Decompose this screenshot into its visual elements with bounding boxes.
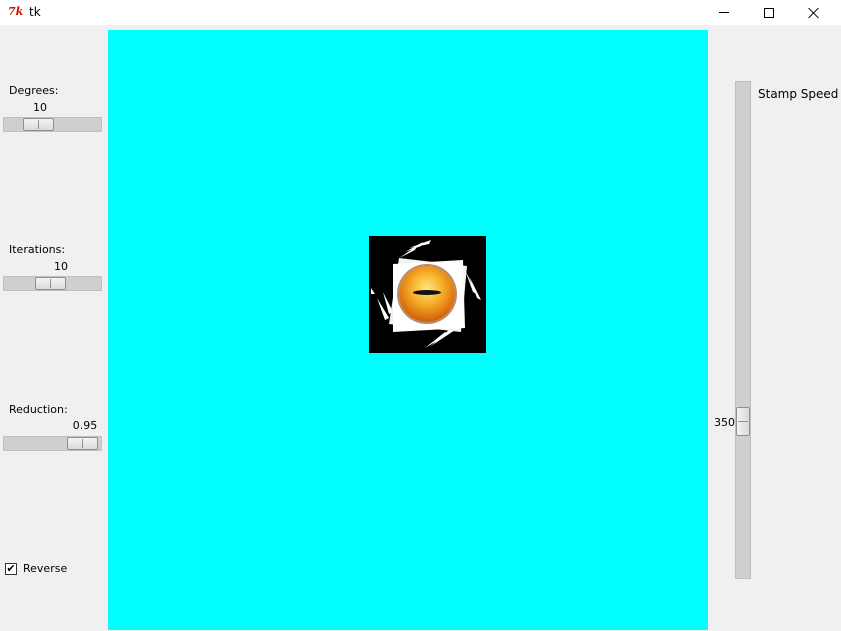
window-title: tk — [29, 5, 41, 19]
iterations-value: 10 — [54, 260, 68, 273]
close-icon — [808, 7, 820, 19]
stamp-speed-label: Stamp Speed — [758, 87, 839, 101]
iterations-slider[interactable] — [3, 276, 102, 291]
stamp-speed-slider[interactable] — [735, 81, 751, 579]
reduction-value: 0.95 — [72, 419, 98, 432]
degrees-slider[interactable] — [3, 117, 102, 132]
maximize-icon — [763, 7, 774, 18]
minimize-icon — [718, 12, 729, 13]
reduction-slider[interactable] — [3, 436, 102, 451]
stamp-speed-slider-thumb[interactable] — [736, 407, 750, 436]
iterations-slider-thumb[interactable] — [35, 277, 66, 290]
tk-logo-icon: 7k — [8, 5, 24, 18]
maximize-button[interactable] — [746, 0, 791, 25]
title-bar: 7k tk — [0, 0, 841, 25]
reverse-checkbox[interactable]: ✔ — [5, 563, 17, 575]
close-button[interactable] — [791, 0, 836, 25]
degrees-value: 10 — [33, 101, 47, 114]
minimize-button[interactable] — [701, 0, 746, 25]
reverse-label: Reverse — [23, 562, 68, 575]
cat-eye-pupil — [413, 290, 441, 295]
iterations-label: Iterations: — [9, 243, 66, 256]
stamp-image — [369, 236, 486, 353]
reduction-label: Reduction: — [9, 403, 68, 416]
cat-eye-image — [399, 266, 455, 322]
stamp-speed-value: 350 — [714, 416, 735, 429]
degrees-label: Degrees: — [9, 84, 59, 97]
reduction-slider-thumb[interactable] — [67, 437, 98, 450]
degrees-slider-thumb[interactable] — [23, 118, 54, 131]
